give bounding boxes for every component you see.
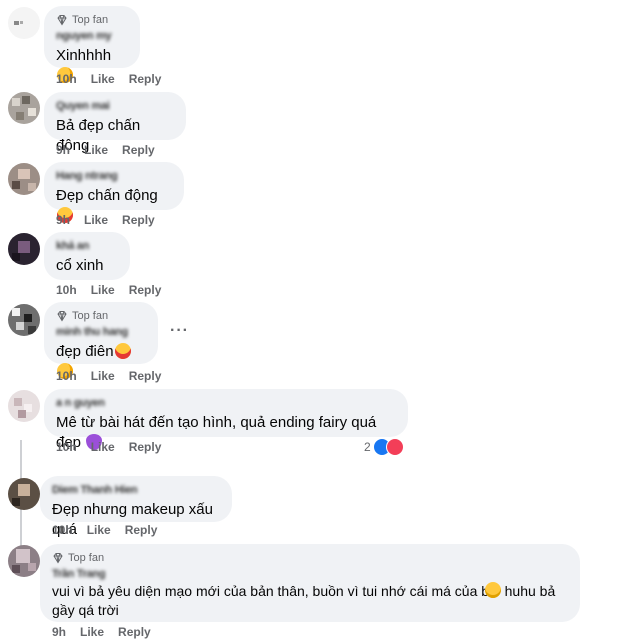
comment-actions: 9h Like Reply: [56, 213, 155, 227]
top-fan-label: Top fan: [72, 310, 109, 322]
reactions-summary[interactable]: 2: [364, 438, 404, 456]
comment-bubble: Top fan minh thu hang đẹp điên: [44, 302, 158, 379]
reply-button[interactable]: Reply: [129, 369, 162, 383]
like-button[interactable]: Like: [91, 440, 115, 454]
avatar[interactable]: [8, 304, 40, 336]
commenter-name[interactable]: Diem Thanh Hien: [52, 483, 220, 497]
reply-button[interactable]: Reply: [129, 72, 162, 86]
comment-bubble: a n guyen Mê từ bài hát đến tạo hình, qu…: [44, 389, 408, 451]
top-fan-badge: Top fan: [56, 309, 146, 323]
reply-button[interactable]: Reply: [122, 143, 155, 157]
comment-bubble: Quyen mai Bả đẹp chấn động: [44, 92, 186, 154]
reply-button[interactable]: Reply: [129, 283, 162, 297]
commenter-name[interactable]: Quyen mai: [56, 99, 174, 113]
comment-time[interactable]: 9h: [56, 143, 70, 157]
comment-actions: 10h Like Reply: [56, 440, 161, 454]
diamond-icon: [53, 553, 63, 564]
top-fan-label: Top fan: [68, 552, 105, 564]
avatar[interactable]: [8, 233, 40, 265]
comment-time[interactable]: 9h: [52, 625, 66, 639]
reply-button[interactable]: Reply: [125, 523, 158, 537]
comment-actions: 10h Like Reply: [56, 283, 161, 297]
like-button[interactable]: Like: [91, 369, 115, 383]
disappointed-face-emoji: [485, 582, 501, 598]
comment-time[interactable]: 9h: [56, 213, 70, 227]
commenter-name[interactable]: minh thu hang: [56, 325, 146, 339]
like-button[interactable]: Like: [80, 625, 104, 639]
avatar[interactable]: [8, 390, 40, 422]
commenter-name[interactable]: a n guyen: [56, 396, 396, 410]
like-button[interactable]: Like: [87, 523, 111, 537]
comment-time[interactable]: 10h: [52, 523, 73, 537]
comment-bubble: Hang ntrang Đẹp chấn động: [44, 162, 184, 223]
heart-eyes-emoji: [114, 343, 131, 359]
comment-actions: 10h Like Reply: [56, 369, 161, 383]
comment-time[interactable]: 10h: [56, 369, 77, 383]
reply-button[interactable]: Reply: [122, 213, 155, 227]
avatar[interactable]: [8, 7, 40, 39]
reply-button[interactable]: Reply: [118, 625, 151, 639]
comment-actions: 10h Like Reply: [56, 72, 161, 86]
comment-bubble: Top fan nguyen my Xinhhhh: [44, 6, 140, 83]
commenter-name[interactable]: nguyen my: [56, 29, 128, 43]
like-button[interactable]: Like: [84, 143, 108, 157]
avatar[interactable]: [8, 478, 40, 510]
comment-bubble: Top fan Trần Trang vui vì bả yêu diện mạ…: [40, 544, 580, 622]
like-button[interactable]: Like: [84, 213, 108, 227]
comment-time[interactable]: 10h: [56, 72, 77, 86]
diamond-icon: [57, 311, 67, 322]
top-fan-badge: Top fan: [56, 13, 128, 27]
avatar[interactable]: [8, 545, 40, 577]
top-fan-badge: Top fan: [52, 551, 568, 565]
comment-actions: 9h Like Reply: [56, 143, 155, 157]
comment-actions: 10h Like Reply: [52, 523, 157, 537]
like-button[interactable]: Like: [91, 283, 115, 297]
love-reaction-icon: [385, 438, 404, 456]
comment-text: cổ xinh: [56, 257, 104, 274]
comment-bubble: Diem Thanh Hien Đẹp nhưng makeup xấu quá: [40, 476, 232, 538]
commenter-name[interactable]: Trần Trang: [52, 567, 568, 581]
commenter-name[interactable]: Hang ntrang: [56, 169, 172, 183]
reactions-count: 2: [364, 440, 371, 454]
top-fan-label: Top fan: [72, 14, 109, 26]
comment-bubble: khả an cổ xinh: [44, 232, 130, 280]
diamond-icon: [57, 15, 67, 26]
avatar[interactable]: [8, 163, 40, 195]
comment-actions: 9h Like Reply: [52, 625, 151, 639]
like-button[interactable]: Like: [91, 72, 115, 86]
commenter-name[interactable]: khả an: [56, 239, 118, 253]
avatar[interactable]: [8, 92, 40, 124]
reply-button[interactable]: Reply: [129, 440, 162, 454]
comment-time[interactable]: 10h: [56, 440, 77, 454]
more-options-button[interactable]: ···: [170, 322, 189, 340]
comment-time[interactable]: 10h: [56, 283, 77, 297]
